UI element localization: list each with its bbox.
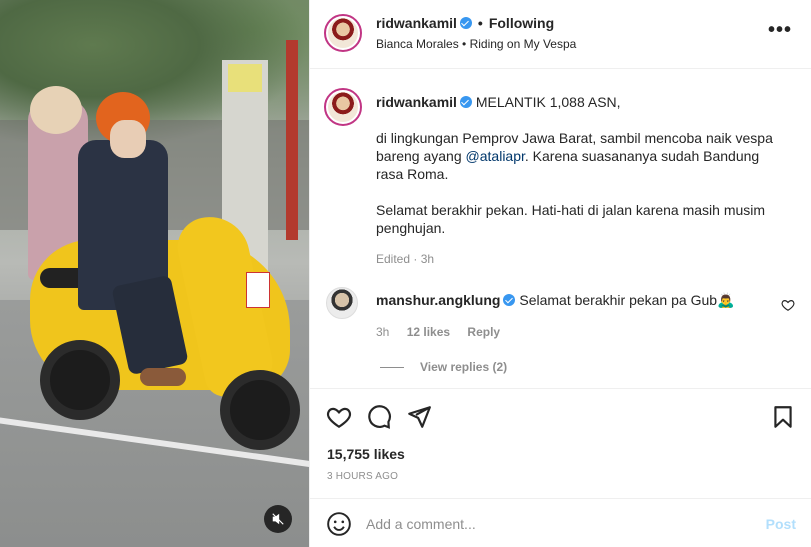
comment-line: manshur.angklung Selamat berakhir pekan … — [376, 292, 734, 309]
post-comment-button[interactable]: Post — [766, 516, 796, 532]
speaker-muted-icon — [272, 513, 284, 525]
verified-badge-icon — [459, 17, 472, 29]
audio-attribution[interactable]: Bianca Morales • Riding on My Vespa — [376, 37, 576, 51]
post-caption: ridwankamil MELANTIK 1,088 ASN, di lingk… — [376, 93, 786, 255]
share-paper-plane-icon[interactable] — [406, 404, 432, 430]
mute-button[interactable] — [264, 505, 292, 533]
post-header: ridwankamil • Following Bianca Morales • R… — [310, 0, 811, 69]
post-actions: 15,755 likes 3 HOURS AGO — [310, 388, 811, 498]
likes-count[interactable]: 15,755 likes — [327, 446, 405, 462]
comment-bubble-icon[interactable] — [366, 404, 392, 430]
comment-input[interactable] — [366, 511, 756, 537]
view-replies-button[interactable]: View replies (2) — [380, 360, 507, 374]
author-username[interactable]: ridwankamil — [376, 15, 457, 31]
caption-paragraph-2: Selamat berakhir pekan. Hati-hati di jal… — [376, 202, 766, 236]
post-media-video[interactable] — [0, 0, 309, 547]
verified-badge-icon — [503, 294, 516, 306]
verified-badge-icon — [459, 96, 472, 108]
license-plate — [246, 272, 270, 308]
caption-paragraph-1: di lingkungan Pemprov Jawa Barat, sambil… — [376, 129, 786, 183]
commenter-username[interactable]: manshur.angklung — [376, 292, 500, 308]
add-comment-bar: Post — [310, 498, 811, 547]
comment-like-heart-icon[interactable] — [781, 298, 795, 312]
comment-reply-button[interactable]: Reply — [467, 325, 500, 339]
post-side-panel: ridwankamil • Following Bianca Morales • R… — [309, 0, 811, 547]
mention-link[interactable]: @ataliapr — [466, 148, 525, 164]
caption-author-avatar[interactable] — [324, 88, 362, 126]
save-bookmark-icon[interactable] — [770, 404, 796, 430]
scooter-back-wheel — [40, 340, 120, 420]
red-pole — [286, 40, 298, 240]
post-timestamp[interactable]: 3 HOURS AGO — [327, 471, 398, 482]
separator-dot: • — [477, 15, 483, 31]
caption-username[interactable]: ridwankamil — [376, 94, 457, 110]
author-avatar[interactable] — [324, 14, 362, 52]
edited-timestamp: Edited · 3h — [376, 252, 435, 266]
comment-text: Selamat berakhir pekan pa Gub🙇‍♂️ — [519, 292, 735, 308]
driver-shoe — [140, 368, 186, 386]
scooter-front-wheel — [220, 370, 300, 450]
comment-meta: 3h 12 likes Reply — [376, 325, 514, 339]
following-button[interactable]: Following — [489, 15, 554, 31]
more-options-icon[interactable]: ••• — [768, 20, 792, 40]
header-user-line: ridwankamil • Following — [376, 15, 554, 31]
emoji-icon[interactable] — [326, 511, 352, 537]
driver-face — [110, 120, 146, 158]
passenger-helmet — [30, 86, 82, 134]
like-heart-icon[interactable] — [326, 404, 352, 430]
comment-time: 3h — [376, 325, 390, 339]
comment-likes[interactable]: 12 likes — [407, 325, 450, 339]
caption-first-line: ridwankamil MELANTIK 1,088 ASN, — [376, 93, 786, 111]
street-sign-panel — [228, 64, 262, 92]
commenter-avatar[interactable] — [326, 287, 358, 319]
caption-headline: MELANTIK 1,088 ASN, — [475, 94, 621, 110]
